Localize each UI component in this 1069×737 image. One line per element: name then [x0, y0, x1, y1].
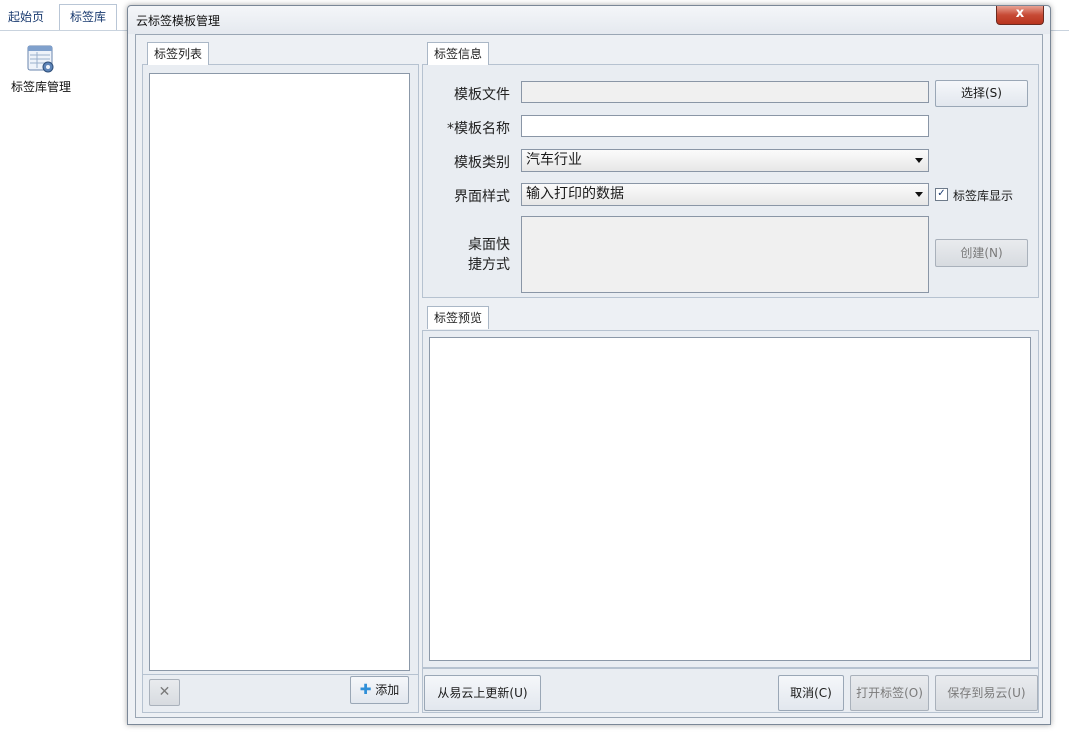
select-button[interactable]: 选择(S) — [935, 80, 1028, 107]
dialog-title: 云标签模板管理 — [136, 14, 221, 28]
tab-start-page[interactable]: 起始页 — [0, 5, 52, 29]
check-icon: ✓ — [937, 188, 946, 199]
category-selected-value: 汽车行业 — [526, 152, 582, 168]
ui-style-select[interactable]: 输入打印的数据 — [521, 183, 929, 206]
template-name-input[interactable] — [521, 115, 929, 137]
label-table-icon — [26, 44, 56, 74]
desktop-shortcut-label-line2: 捷方式 — [468, 257, 510, 273]
template-file-field[interactable] — [521, 81, 929, 103]
template-file-label: 模板文件 — [454, 87, 510, 103]
plus-icon: ✚ — [359, 682, 372, 698]
ui-style-selected-value: 输入打印的数据 — [526, 186, 624, 202]
shortcut-label: 标签库管理 — [10, 80, 71, 94]
cancel-button[interactable]: 取消(C) — [778, 675, 844, 711]
template-category-select[interactable]: 汽车行业 — [521, 149, 929, 172]
add-button-label: 添加 — [375, 683, 400, 697]
chevron-down-icon — [915, 158, 923, 163]
library-display-checkbox[interactable]: ✓ — [935, 188, 948, 201]
create-button[interactable]: 创建(N) — [935, 239, 1028, 267]
delete-button[interactable]: ✕ — [149, 679, 180, 706]
open-label-button[interactable]: 打开标签(O) — [850, 675, 929, 711]
template-category-label: 模板类别 — [454, 155, 510, 171]
update-from-cloud-button[interactable]: 从易云上更新(U) — [424, 675, 541, 711]
library-display-label: 标签库显示 — [953, 189, 1014, 203]
close-button[interactable]: x — [996, 6, 1044, 25]
label-info-tab: 标签信息 — [427, 42, 490, 65]
dialog-content: 标签列表 ✕ ✚ 添加 标签信息 模板文件 选择(S) *模板名称 模板类别 汽… — [135, 34, 1043, 718]
template-name-label: *模板名称 — [447, 121, 510, 137]
delete-icon: ✕ — [158, 684, 171, 700]
chevron-down-icon — [915, 192, 923, 197]
desktop-shortcut-label-line1: 桌面快 — [468, 237, 510, 253]
cloud-template-dialog: 云标签模板管理 x 标签列表 ✕ ✚ 添加 标签信息 模板文件 选择(S) *模… — [127, 5, 1051, 725]
add-button[interactable]: ✚ 添加 — [350, 676, 409, 704]
label-list-tab: 标签列表 — [147, 42, 210, 65]
ui-style-label: 界面样式 — [454, 189, 510, 205]
label-preview-area — [429, 337, 1031, 661]
label-library-manage-shortcut[interactable]: 标签库管理 — [5, 44, 77, 95]
close-icon: x — [1015, 6, 1025, 21]
desktop-shortcut-label: 桌面快 捷方式 — [426, 235, 510, 275]
desktop-shortcut-field[interactable] — [521, 216, 929, 293]
tab-label-library[interactable]: 标签库 — [59, 4, 118, 30]
dialog-titlebar[interactable]: 云标签模板管理 x — [128, 6, 1050, 34]
label-preview-tab: 标签预览 — [427, 306, 490, 329]
save-to-cloud-button[interactable]: 保存到易云(U) — [935, 675, 1038, 711]
label-list[interactable] — [149, 73, 410, 671]
